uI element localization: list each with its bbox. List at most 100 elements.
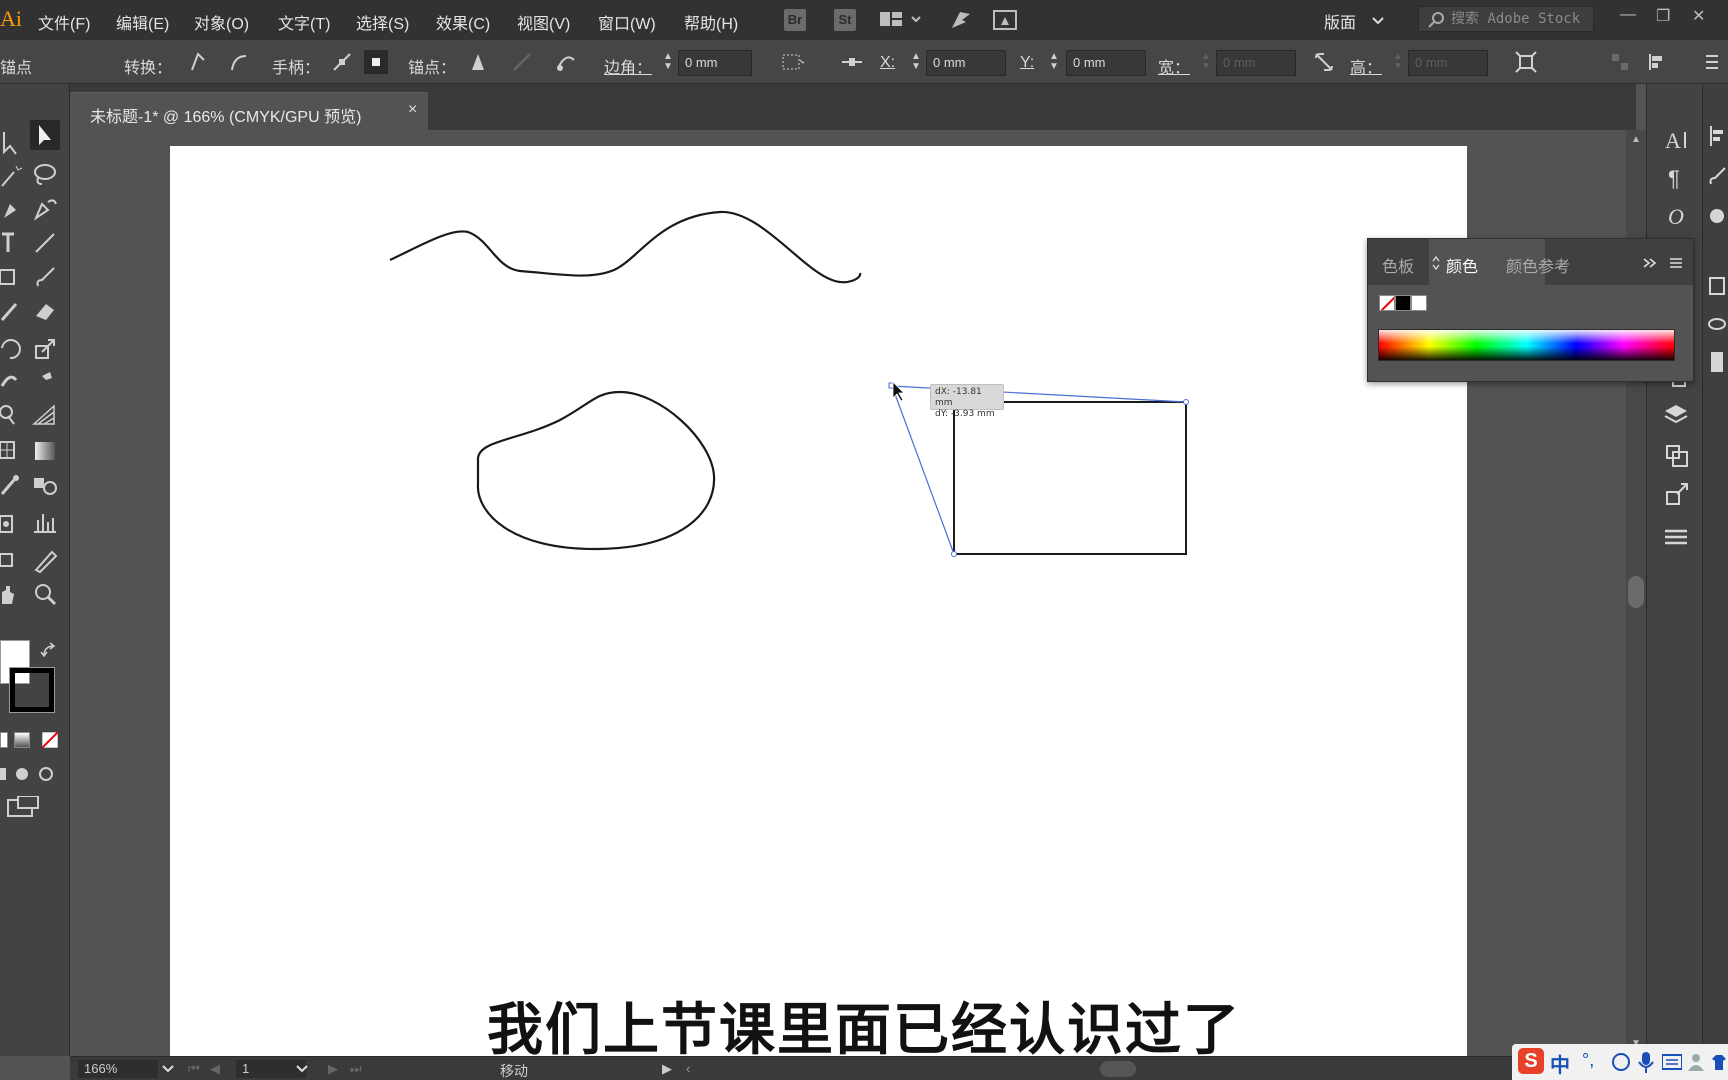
close-tab-button[interactable]: × (408, 101, 417, 119)
swatch-none[interactable] (1379, 295, 1395, 311)
arrange-documents-icon[interactable] (880, 10, 924, 30)
opentype-panel-icon[interactable]: O (1663, 202, 1689, 228)
bridge-button[interactable]: Br (784, 9, 806, 31)
skin-icon[interactable] (1710, 1053, 1728, 1071)
restore-button[interactable]: ❐ (1656, 6, 1670, 26)
emoji-icon[interactable] (1612, 1053, 1630, 1071)
document-panel-dock-icon[interactable] (1707, 350, 1727, 374)
connect-anchors-icon[interactable] (510, 50, 534, 74)
corner-stepper[interactable]: ▲ ▼ (662, 52, 674, 74)
hide-handles-icon[interactable] (364, 50, 388, 74)
slice-tool-icon[interactable] (30, 546, 60, 576)
gpu-performance-icon[interactable] (948, 8, 974, 32)
brushes-panel-dock-icon[interactable] (1707, 164, 1727, 188)
none-mode-icon[interactable] (42, 732, 58, 748)
y-field[interactable]: 0 mm (1066, 50, 1146, 76)
constrain-proportions-icon[interactable] (1312, 50, 1336, 74)
tab-sort-icon[interactable] (1432, 256, 1440, 270)
convert-corner-icon[interactable] (186, 50, 210, 74)
y-stepper[interactable]: ▲ ▼ (1048, 52, 1060, 74)
visibility-panel-dock-icon[interactable] (1707, 312, 1727, 336)
rectangle-tool-icon[interactable] (0, 262, 30, 292)
keyboard-icon[interactable] (1662, 1054, 1682, 1070)
vertical-scroll-thumb[interactable] (1628, 576, 1644, 608)
eyedropper-tool-icon[interactable] (0, 470, 30, 500)
artboard[interactable] (170, 146, 1467, 1056)
arrange-icon[interactable] (1608, 50, 1632, 74)
menu-file[interactable]: 文件(F) (38, 10, 90, 34)
blend-tool-icon[interactable] (30, 470, 60, 500)
eraser-tool-icon[interactable] (30, 296, 60, 326)
hand-tool-icon[interactable] (0, 580, 30, 610)
close-window-button[interactable]: ✕ (1692, 6, 1705, 26)
stroke-swatch[interactable] (9, 667, 55, 713)
chevron-down-icon[interactable] (1372, 16, 1384, 26)
corner-radius-field[interactable]: 0 mm (678, 50, 752, 76)
menu-object[interactable]: 对象(O) (194, 10, 249, 34)
minimize-button[interactable]: — (1620, 6, 1636, 24)
curvature-tool-icon[interactable] (30, 194, 60, 224)
menu-select[interactable]: 选择(S) (356, 10, 409, 34)
menu-view[interactable]: 视图(V) (517, 10, 570, 34)
menu-type[interactable]: 文字(T) (278, 10, 330, 34)
color-mode-icon[interactable] (0, 732, 8, 748)
x-stepper[interactable]: ▲ ▼ (910, 52, 922, 74)
zoom-tool-icon[interactable] (30, 580, 60, 610)
user-icon[interactable] (1688, 1053, 1704, 1071)
paragraph-panel-icon[interactable]: ¶ (1663, 164, 1689, 190)
color-spectrum[interactable] (1378, 329, 1675, 361)
artboards-panel-icon[interactable] (1663, 442, 1689, 468)
menu-edit[interactable]: 编辑(E) (116, 10, 169, 34)
layers-panel-icon[interactable] (1663, 402, 1689, 428)
publish-icon[interactable] (992, 8, 1018, 32)
properties-panel-icon[interactable] (1663, 524, 1689, 550)
gradient-tool-icon[interactable] (30, 436, 60, 466)
convert-smooth-icon[interactable] (226, 50, 250, 74)
puppet-warp-tool-icon[interactable] (30, 366, 60, 396)
align-anchor-icon[interactable] (840, 50, 864, 74)
swatch-black[interactable] (1395, 295, 1411, 311)
menu-help[interactable]: 帮助(H) (684, 10, 738, 34)
tab-color-guide[interactable]: 颜色参考 (1506, 253, 1570, 277)
line-segment-tool-icon[interactable] (30, 228, 60, 258)
type-tool-icon[interactable] (0, 228, 30, 258)
menu-effect[interactable]: 效果(C) (436, 10, 490, 34)
character-panel-icon[interactable]: A (1663, 126, 1689, 152)
selection-tool-icon[interactable] (0, 128, 30, 158)
punctuation-icon[interactable]: °, (1582, 1050, 1594, 1071)
tab-swatches[interactable]: 色板 (1382, 253, 1414, 277)
swatch-white[interactable] (1411, 295, 1427, 311)
align-panel-icon[interactable] (1646, 50, 1670, 74)
workspace-switcher[interactable]: 版面 (1324, 9, 1356, 33)
screen-mode-icon[interactable] (6, 796, 42, 820)
swap-fill-stroke-icon[interactable] (40, 642, 58, 660)
mesh-tool-icon[interactable] (0, 436, 30, 466)
remove-anchor-icon[interactable] (466, 50, 490, 74)
column-graph-tool-icon[interactable] (30, 508, 60, 538)
transform-reference-icon[interactable] (780, 50, 804, 74)
shaper-tool-icon[interactable] (0, 296, 30, 326)
lasso-tool-icon[interactable] (30, 160, 60, 190)
paintbrush-tool-icon[interactable] (30, 262, 60, 292)
width-tool-icon[interactable] (0, 366, 30, 396)
microphone-icon[interactable] (1638, 1052, 1654, 1074)
symbol-sprayer-tool-icon[interactable] (0, 508, 30, 538)
rotate-tool-icon[interactable] (0, 334, 30, 364)
asset-export-panel-icon[interactable] (1663, 482, 1689, 508)
collapse-panel-icon[interactable] (1642, 257, 1658, 269)
panel-menu-icon[interactable] (1668, 257, 1684, 269)
isolate-object-icon[interactable] (1514, 50, 1538, 74)
shape-builder-tool-icon[interactable] (0, 400, 30, 430)
align-panel-dock-icon[interactable] (1707, 124, 1727, 148)
ime-logo[interactable]: S (1518, 1048, 1544, 1074)
cut-path-icon[interactable] (554, 50, 578, 74)
stock-button[interactable]: St (834, 9, 856, 31)
artboard-tool-icon[interactable] (0, 546, 30, 576)
stock-search[interactable] (1418, 6, 1594, 32)
search-input[interactable] (1451, 10, 1591, 28)
magic-wand-tool-icon[interactable] (0, 160, 30, 190)
document-tab[interactable]: 未标题-1* @ 166% (CMYK/GPU 预览) × (70, 92, 428, 130)
perspective-grid-tool-icon[interactable] (30, 400, 60, 430)
menu-window[interactable]: 窗口(W) (598, 10, 656, 34)
scale-tool-icon[interactable] (30, 334, 60, 364)
